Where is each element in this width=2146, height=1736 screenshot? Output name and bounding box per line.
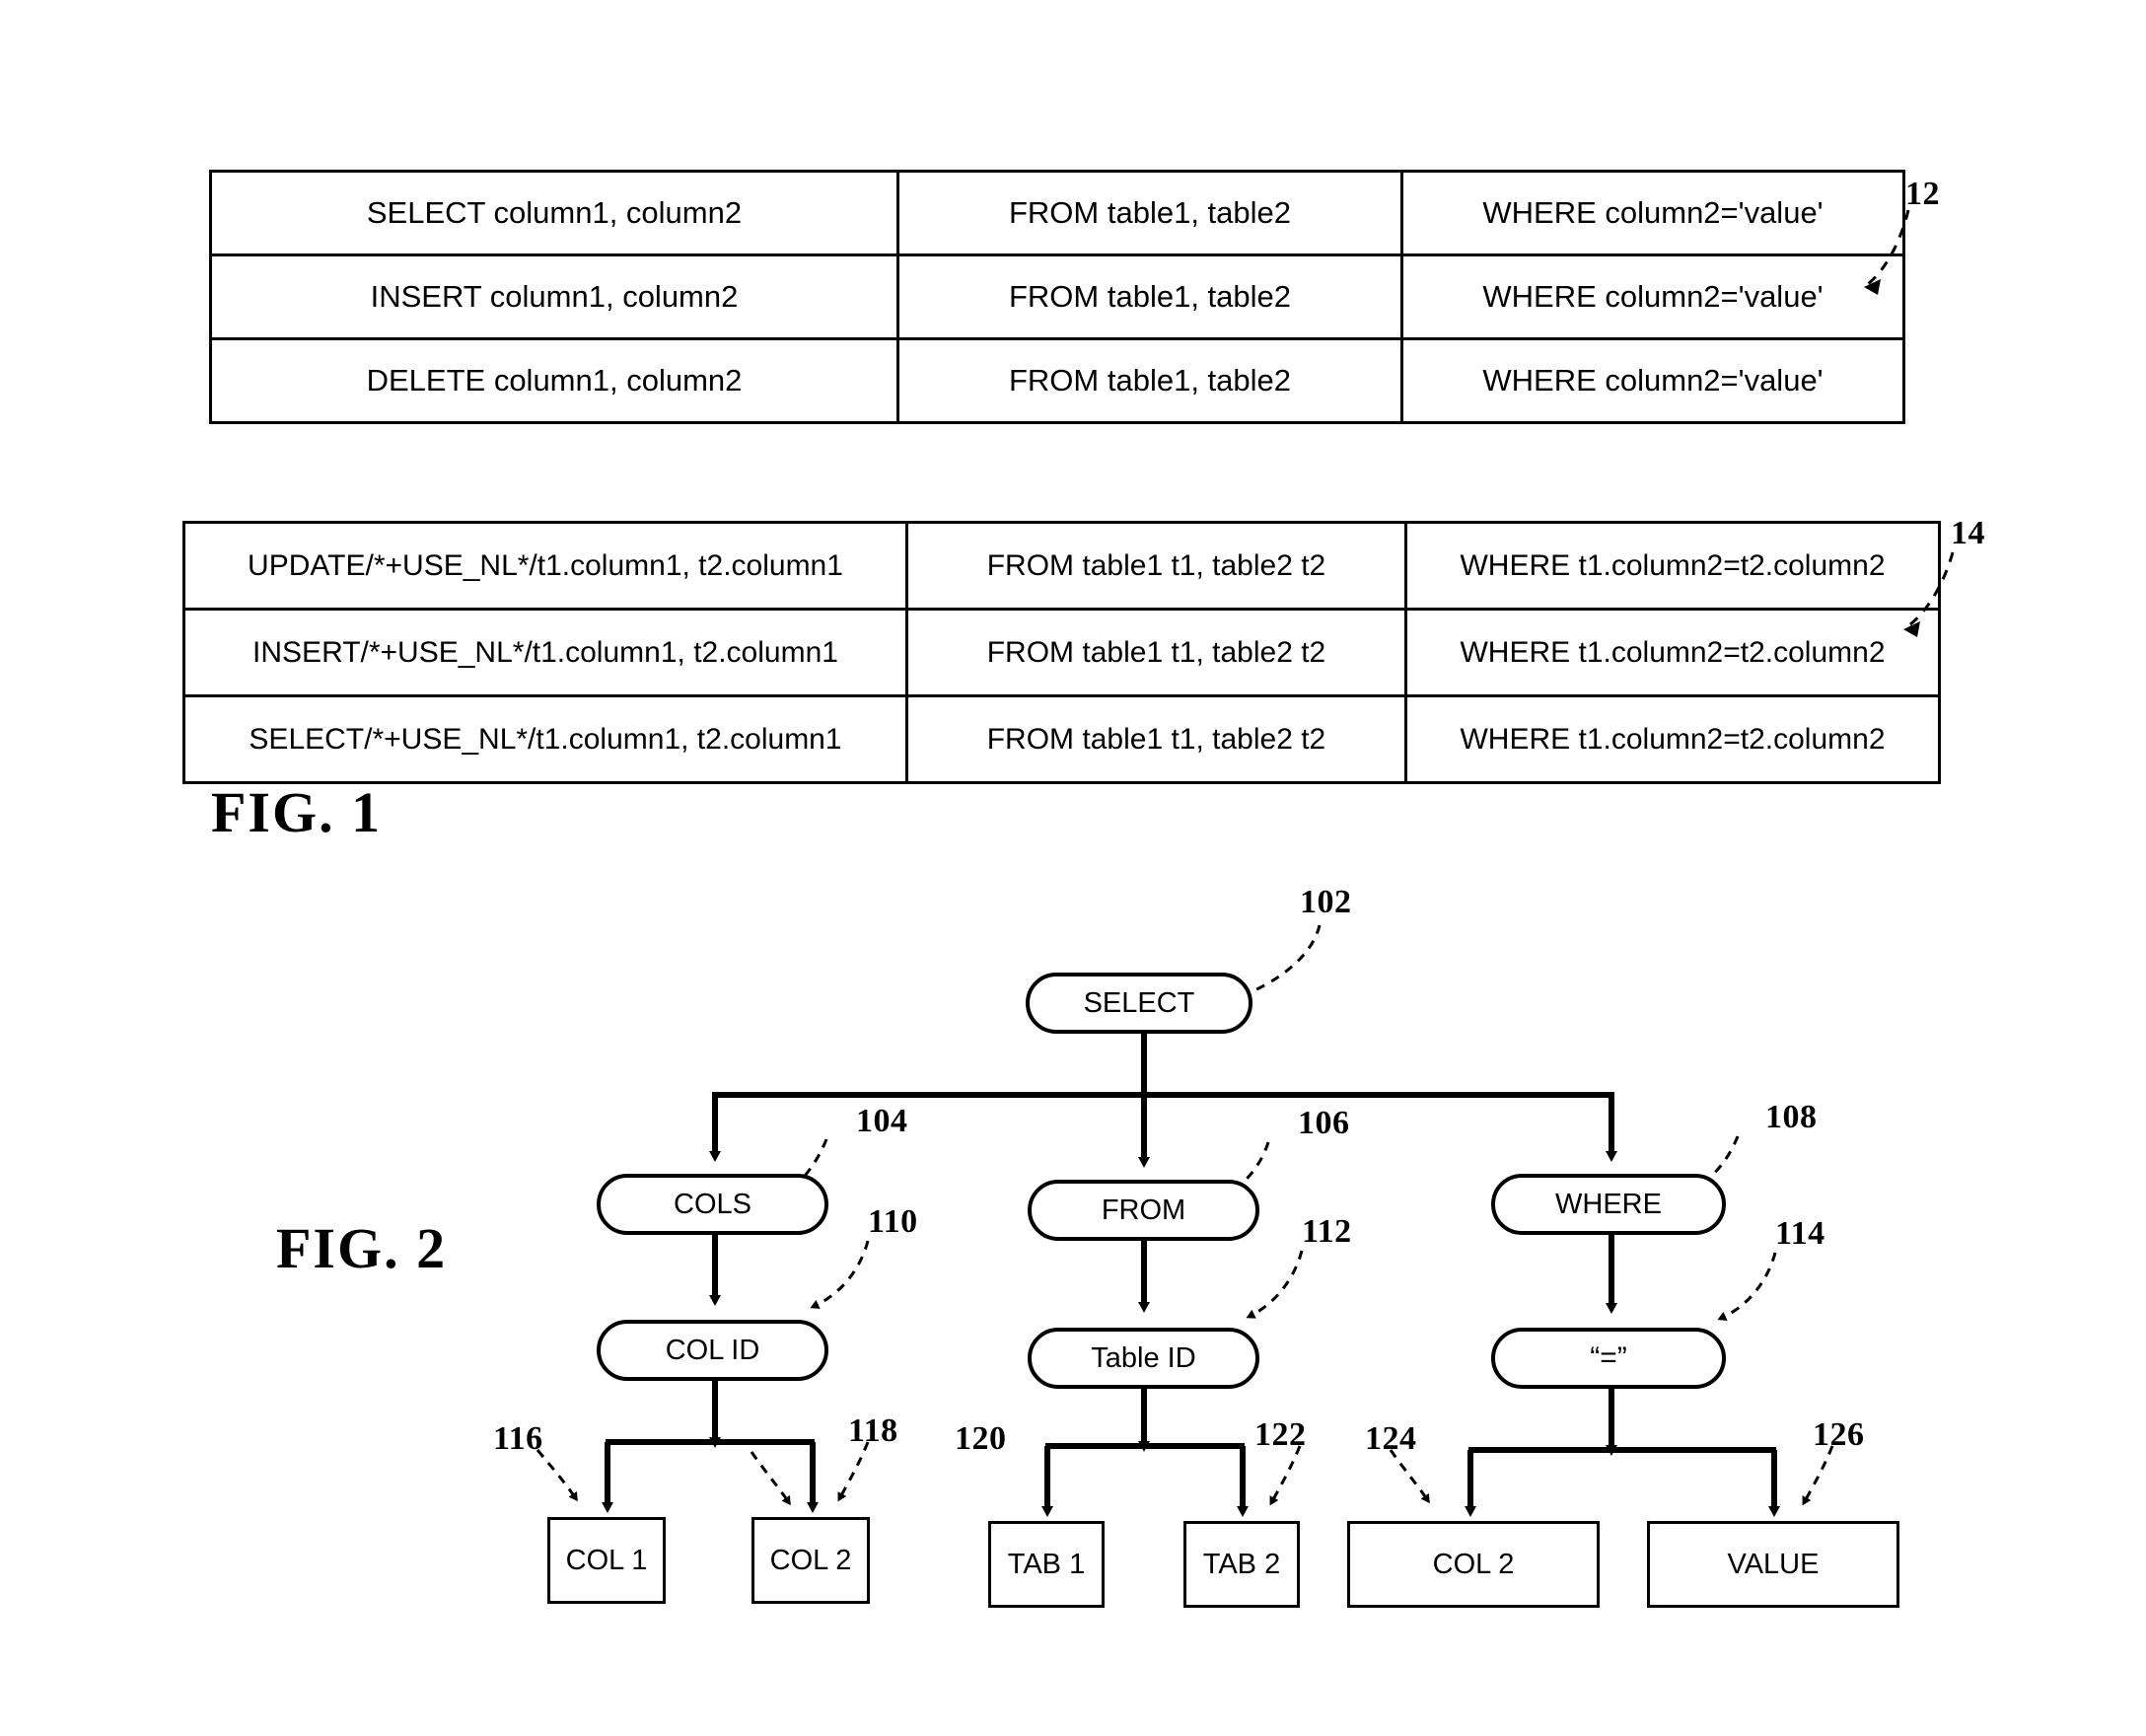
tree-leaf-tab-2[interactable]: TAB 2	[1183, 1521, 1300, 1608]
reference-numeral-102: 102	[1300, 884, 1352, 920]
tree-leaf-col-2-a-label: COL 2	[769, 1544, 852, 1576]
reference-numeral-116: 116	[493, 1420, 543, 1457]
tree-node-cols-label: COLS	[674, 1188, 751, 1220]
tree-node-table-id[interactable]: Table ID	[1028, 1328, 1259, 1389]
reference-numeral-114: 114	[1775, 1215, 1825, 1252]
tree-node-col-id-label: COL ID	[665, 1334, 760, 1366]
tree-node-table-id-label: Table ID	[1091, 1341, 1196, 1374]
tree-node-equals-label: “=”	[1590, 1341, 1627, 1374]
reference-numeral-120: 120	[955, 1420, 1007, 1457]
reference-numeral-106: 106	[1298, 1105, 1350, 1141]
tree-node-where[interactable]: WHERE	[1491, 1174, 1726, 1235]
tree-leaf-value-label: VALUE	[1727, 1548, 1820, 1580]
tree-node-equals-operator[interactable]: “=”	[1491, 1328, 1726, 1389]
reference-numeral-118: 118	[848, 1412, 898, 1449]
reference-numeral-108: 108	[1765, 1099, 1818, 1135]
tree-leaf-col-2-b-label: COL 2	[1432, 1548, 1515, 1580]
tree-node-select-label: SELECT	[1083, 986, 1195, 1019]
tree-leaf-tab-1-label: TAB 1	[1007, 1548, 1086, 1580]
figure-2-caption: FIG. 2	[276, 1216, 448, 1280]
reference-numeral-126: 126	[1813, 1416, 1865, 1453]
figure-2-parse-tree: SELECT 102 COLS 104 FROM 106 WHERE 108 C…	[0, 0, 2146, 1736]
tree-node-from-label: FROM	[1101, 1194, 1186, 1226]
tree-leaf-tab-2-label: TAB 2	[1202, 1548, 1281, 1580]
tree-leaf-tab-1[interactable]: TAB 1	[988, 1521, 1105, 1608]
tree-leaf-col-2-a[interactable]: COL 2	[751, 1517, 870, 1604]
reference-numeral-112: 112	[1302, 1213, 1352, 1250]
reference-numeral-124: 124	[1365, 1420, 1417, 1457]
tree-node-where-label: WHERE	[1555, 1188, 1662, 1220]
tree-node-select[interactable]: SELECT	[1026, 973, 1252, 1034]
tree-node-col-id[interactable]: COL ID	[597, 1320, 828, 1381]
reference-numeral-122: 122	[1254, 1416, 1307, 1453]
tree-leaf-col-1-label: COL 1	[565, 1544, 648, 1576]
tree-leaf-col-2-b[interactable]: COL 2	[1347, 1521, 1600, 1608]
reference-numeral-110: 110	[868, 1203, 918, 1240]
tree-node-cols[interactable]: COLS	[597, 1174, 828, 1235]
reference-numeral-104: 104	[856, 1103, 908, 1139]
tree-connectors	[536, 924, 1834, 1517]
tree-leaf-value[interactable]: VALUE	[1647, 1521, 1899, 1608]
tree-leaf-col-1[interactable]: COL 1	[547, 1517, 666, 1604]
tree-node-from[interactable]: FROM	[1028, 1180, 1259, 1241]
